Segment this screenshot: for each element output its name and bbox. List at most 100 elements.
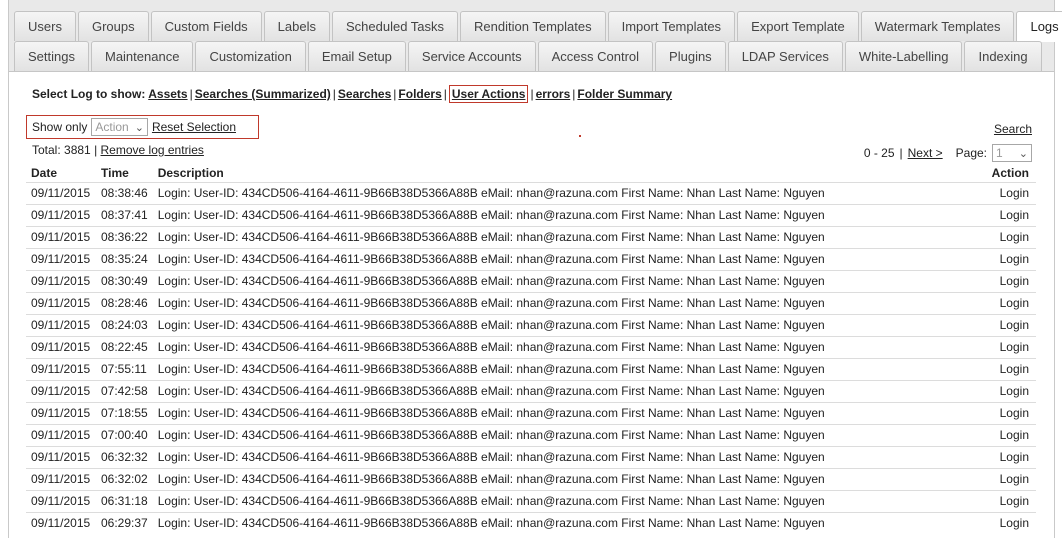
cell-action: Login bbox=[975, 357, 1036, 380]
tab-white-labelling[interactable]: White-Labelling bbox=[844, 41, 963, 71]
cell-description: Login: User-ID: 434CD506-4164-4611-9B66B… bbox=[152, 335, 976, 358]
table-row: 09/11/2015 08:28:46 Login: User-ID: 434CD5… bbox=[26, 291, 1036, 314]
cell-action: Login bbox=[975, 445, 1036, 468]
header-description: Description bbox=[157, 165, 224, 180]
remove-log-entries-link[interactable]: Remove log entries bbox=[101, 143, 204, 157]
log-link-user-actions[interactable]: User Actions bbox=[452, 87, 526, 101]
tab-import-templates[interactable]: Import Templates bbox=[607, 11, 736, 41]
tab-users[interactable]: Users bbox=[14, 11, 76, 41]
action-filter-value: Action bbox=[95, 120, 129, 134]
tab-logs[interactable]: Logs bbox=[1016, 11, 1062, 42]
header-action: Action bbox=[991, 165, 1029, 180]
select-log-bar: Select Log to show: Assets | Searches (Sum… bbox=[32, 85, 672, 103]
pager: 0 - 25 | Next > Page: 1 ⌄ bbox=[864, 144, 1032, 162]
cell-date: 09/11/2015 bbox=[26, 181, 96, 204]
cell-description: Login: User-ID: 434CD506-4164-4611-9B66B… bbox=[152, 511, 976, 534]
cell-description: Login: User-ID: 434CD506-4164-4611-9B66B… bbox=[152, 423, 976, 446]
log-link-searches-summarized[interactable]: Searches (Summarized) bbox=[195, 87, 331, 101]
cell-action: Login bbox=[975, 467, 1036, 490]
cell-description: Login: User-ID: 434CD506-4164-4611-9B66B… bbox=[152, 247, 976, 270]
log-link-separator: | bbox=[572, 87, 576, 101]
page-select-value: 1 bbox=[996, 146, 1003, 160]
cell-action: Login bbox=[975, 313, 1036, 336]
tab-maintenance[interactable]: Maintenance bbox=[90, 41, 194, 71]
tab-custom-fields[interactable]: Custom Fields bbox=[150, 11, 262, 41]
table-row: 09/11/2015 08:22:45 Login: User-ID: 434CD5… bbox=[26, 335, 1036, 358]
cell-description: Login: User-ID: 434CD506-4164-4611-9B66B… bbox=[152, 379, 976, 402]
log-link-separator: | bbox=[443, 87, 447, 101]
pager-separator: | bbox=[899, 146, 903, 160]
tab-ldap-services[interactable]: LDAP Services bbox=[727, 41, 843, 71]
cell-date: 09/11/2015 bbox=[26, 225, 96, 248]
cell-date: 09/11/2015 bbox=[26, 401, 96, 424]
tab-watermark-templates[interactable]: Watermark Templates bbox=[860, 11, 1015, 41]
table-row: 09/11/2015 07:00:40 Login: User-ID: 434CD5… bbox=[26, 423, 1036, 446]
log-link-assets[interactable]: Assets bbox=[148, 87, 187, 101]
log-link-folders[interactable]: Folders bbox=[398, 87, 441, 101]
action-filter-select[interactable]: Action ⌄ bbox=[91, 118, 148, 136]
cell-action: Login bbox=[975, 379, 1036, 402]
tab-scheduled-tasks[interactable]: Scheduled Tasks bbox=[331, 11, 459, 41]
log-link-searches[interactable]: Searches bbox=[338, 87, 391, 101]
cell-time: 06:32:02 bbox=[96, 467, 153, 490]
table-row: 09/11/2015 06:29:37 Login: User-ID: 434CD5… bbox=[26, 511, 1036, 534]
cell-date: 09/11/2015 bbox=[26, 467, 96, 490]
tab-email-setup[interactable]: Email Setup bbox=[307, 41, 406, 71]
tab-export-template[interactable]: Export Template bbox=[737, 11, 859, 41]
cell-action: Login bbox=[975, 291, 1036, 314]
cell-description: Login: User-ID: 434CD506-4164-4611-9B66B… bbox=[152, 313, 976, 336]
reset-selection-link[interactable]: Reset Selection bbox=[152, 120, 236, 134]
red-mark bbox=[579, 135, 581, 137]
tab-service-accounts[interactable]: Service Accounts bbox=[407, 41, 536, 71]
table-row: 09/11/2015 06:31:18 Login: User-ID: 434CD5… bbox=[26, 489, 1036, 512]
cell-time: 08:36:22 bbox=[96, 225, 153, 248]
tab-indexing[interactable]: Indexing bbox=[964, 41, 1042, 71]
pager-range: 0 - 25 bbox=[863, 146, 895, 160]
cell-time: 08:22:45 bbox=[96, 335, 153, 358]
tab-customization[interactable]: Customization bbox=[195, 41, 306, 71]
table-row: 09/11/2015 08:36:22 Login: User-ID: 434CD5… bbox=[26, 225, 1036, 248]
cell-action: Login bbox=[975, 181, 1036, 204]
cell-date: 09/11/2015 bbox=[26, 445, 96, 468]
page-select[interactable]: 1 ⌄ bbox=[992, 144, 1032, 162]
cell-action: Login bbox=[975, 423, 1036, 446]
cell-time: 07:00:40 bbox=[96, 423, 153, 446]
cell-description: Login: User-ID: 434CD506-4164-4611-9B66B… bbox=[152, 269, 976, 292]
cell-time: 08:37:41 bbox=[96, 203, 153, 226]
filter-box: Show only Action ⌄ Reset Selection bbox=[26, 115, 259, 139]
cell-date: 09/11/2015 bbox=[26, 247, 96, 270]
tab-rendition-templates[interactable]: Rendition Templates bbox=[460, 11, 606, 41]
table-row: 09/11/2015 08:37:41 Login: User-ID: 434CD5… bbox=[26, 203, 1036, 226]
log-link-errors[interactable]: errors bbox=[536, 87, 571, 101]
tab-row-2: Settings Maintenance Customization Email Se… bbox=[14, 41, 1044, 71]
next-page-link[interactable]: Next > bbox=[908, 146, 943, 160]
cell-time: 08:35:24 bbox=[96, 247, 153, 270]
tab-settings[interactable]: Settings bbox=[14, 41, 89, 71]
cell-action: Login bbox=[975, 335, 1036, 358]
cell-time: 07:18:55 bbox=[96, 401, 153, 424]
chevron-down-icon: ⌄ bbox=[1018, 147, 1028, 160]
table-row: 09/11/2015 06:32:32 Login: User-ID: 434CD5… bbox=[26, 445, 1036, 468]
tab-groups[interactable]: Groups bbox=[77, 11, 149, 41]
cell-description: Login: User-ID: 434CD506-4164-4611-9B66B… bbox=[152, 203, 976, 226]
total-label: Total: 3881 bbox=[32, 143, 91, 157]
cell-description: Login: User-ID: 434CD506-4164-4611-9B66B… bbox=[152, 291, 976, 314]
tab-labels[interactable]: Labels bbox=[263, 11, 330, 41]
log-table: Date Time Description Action 09/11/2015 0… bbox=[26, 164, 1036, 534]
tab-access-control[interactable]: Access Control bbox=[537, 41, 654, 71]
cell-time: 06:32:32 bbox=[96, 445, 153, 468]
cell-time: 08:28:46 bbox=[96, 291, 153, 314]
search-link[interactable]: Search bbox=[994, 122, 1032, 136]
table-row: 09/11/2015 07:55:11 Login: User-ID: 434CD5… bbox=[26, 357, 1036, 380]
log-table-header: Date Time Description Action bbox=[26, 164, 1036, 182]
chevron-down-icon: ⌄ bbox=[134, 121, 144, 134]
log-link-folder-summary[interactable]: Folder Summary bbox=[577, 87, 672, 101]
cell-time: 08:30:49 bbox=[96, 269, 153, 292]
cell-date: 09/11/2015 bbox=[26, 511, 96, 534]
tab-plugins[interactable]: Plugins bbox=[655, 41, 726, 71]
cell-date: 09/11/2015 bbox=[26, 423, 96, 446]
cell-time: 07:42:58 bbox=[96, 379, 153, 402]
header-time: Time bbox=[101, 165, 129, 180]
cell-action: Login bbox=[975, 269, 1036, 292]
cell-action: Login bbox=[975, 247, 1036, 270]
